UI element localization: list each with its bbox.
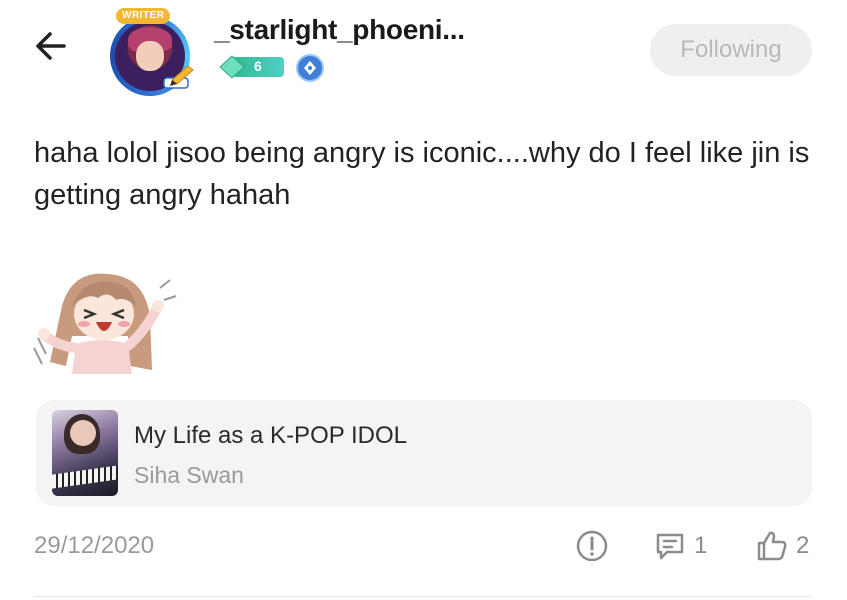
username[interactable]: _starlight_phoeni... <box>214 14 465 46</box>
writer-tag: WRITER <box>116 8 171 24</box>
arrow-left-icon <box>30 24 74 73</box>
verified-icon <box>296 54 324 82</box>
book-author: Siha Swan <box>134 462 244 488</box>
level-number: 6 <box>254 58 262 74</box>
laughing-anime-girl-sticker <box>33 273 177 374</box>
report-button[interactable] <box>574 526 610 566</box>
like-count: 2 <box>796 532 810 559</box>
avatar[interactable]: WRITER <box>104 8 196 96</box>
avatar-face <box>136 40 164 72</box>
linked-book-card[interactable]: My Life as a K-POP IDOL Siha Swan <box>36 400 812 506</box>
book-title: My Life as a K-POP IDOL <box>134 422 407 449</box>
back-button[interactable] <box>28 24 76 72</box>
thumbs-up-icon <box>757 531 787 561</box>
pen-icon <box>163 65 194 89</box>
cover-piano-keys <box>52 465 118 489</box>
cover-face <box>70 420 96 446</box>
comment-icon <box>656 533 684 560</box>
level-badge-icon <box>219 55 284 79</box>
divider <box>34 596 812 597</box>
following-button[interactable]: Following <box>650 24 812 76</box>
post-text: haha lolol jisoo being angry is iconic..… <box>34 137 810 211</box>
like-button[interactable]: 2 <box>754 526 809 566</box>
exclamation-circle-icon <box>576 530 608 562</box>
book-cover <box>52 410 118 496</box>
comment-count: 1 <box>694 532 708 559</box>
post-date: 29/12/2020 <box>34 532 155 559</box>
comment-button[interactable]: 1 <box>652 526 707 566</box>
post-page: WRITER _starlight_phoeni... 6 Following … <box>0 0 847 600</box>
